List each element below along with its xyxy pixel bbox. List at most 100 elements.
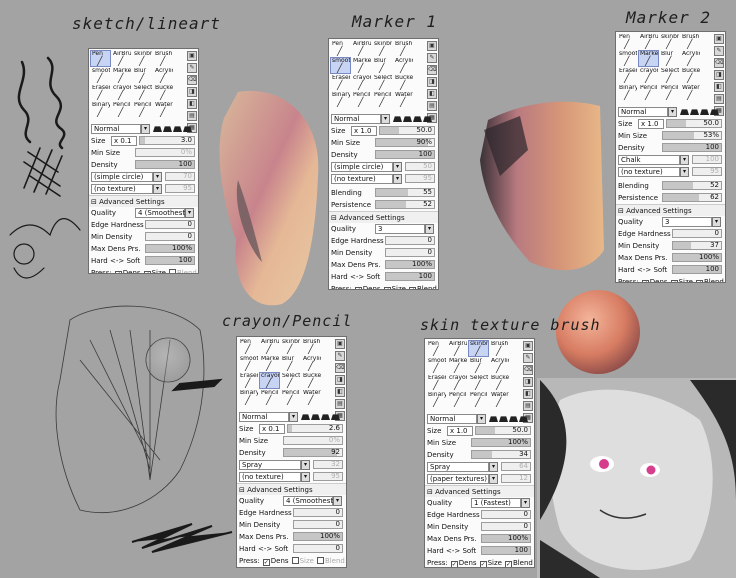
sidebar-button[interactable]: ✎ <box>335 351 345 361</box>
texture-select[interactable]: (paper textures) <box>427 474 489 484</box>
edge-hardness-slider[interactable]: 0 <box>385 236 435 245</box>
size-multiplier[interactable]: x 1.0 <box>351 126 377 136</box>
tool-pen[interactable]: Pen ╱ <box>426 340 447 357</box>
tool-skinbrush[interactable]: skinbrusl╱ <box>372 40 393 57</box>
checkbox-box[interactable] <box>168 269 176 273</box>
tool-pen[interactable]: Pen ╱ <box>238 338 259 355</box>
brush-shape-icon[interactable] <box>321 414 330 420</box>
shape-dropdown-arrow[interactable]: ▾ <box>489 462 498 472</box>
edge-hardness-slider[interactable]: 0 <box>481 510 531 519</box>
tool-binary[interactable]: Binary ╱ <box>426 391 447 408</box>
brush-shape-select[interactable]: (simple circle) <box>91 172 153 182</box>
blend-mode-select[interactable]: Normal <box>331 114 381 124</box>
hard-soft-slider[interactable]: 100 <box>672 265 722 274</box>
tool-airbrush[interactable]: AirBrush╱ <box>351 40 372 57</box>
quality-dropdown-arrow[interactable]: ▾ <box>712 217 721 227</box>
min-density-slider[interactable]: 0 <box>293 520 343 529</box>
sidebar-button[interactable]: ▤ <box>427 101 437 111</box>
brush-shape-icon[interactable] <box>153 126 162 132</box>
tool-bucket[interactable]: Bucket ╱ <box>680 67 701 84</box>
sidebar-button[interactable]: ◧ <box>187 99 197 109</box>
brush-shape-icon[interactable] <box>173 126 182 132</box>
density-slider[interactable]: 34 <box>471 450 531 459</box>
advanced-settings-header[interactable]: ⊟ Advanced Settings <box>89 195 198 207</box>
min-size-slider[interactable]: 90% <box>375 138 435 147</box>
tool-crayon[interactable]: crayonu╱ <box>638 67 659 84</box>
mode-dropdown-arrow[interactable]: ▾ <box>668 107 677 117</box>
min-density-slider[interactable]: 0 <box>385 248 435 257</box>
sidebar-button[interactable]: ▤ <box>335 399 345 409</box>
brush-shape-icon[interactable] <box>311 414 320 420</box>
texture-slider[interactable]: 95 <box>692 167 722 176</box>
min-size-slider[interactable]: 0% <box>135 148 195 157</box>
quality-dropdown-arrow[interactable]: ▾ <box>185 208 194 218</box>
tool-select[interactable]: Select ╱ <box>132 84 153 101</box>
texture-dropdown-arrow[interactable]: ▾ <box>489 474 498 484</box>
brush-shape-icon[interactable] <box>403 116 412 122</box>
sidebar-button[interactable]: ⌫ <box>427 65 437 75</box>
texture-slider[interactable]: 12 <box>501 474 531 483</box>
press-size-checkbox[interactable]: ✓Size <box>479 559 502 567</box>
mode-dropdown-arrow[interactable]: ▾ <box>141 124 150 134</box>
size-slider[interactable]: 2.6 <box>287 424 343 433</box>
min-density-slider[interactable]: 37 <box>672 241 722 250</box>
sidebar-button[interactable]: ✎ <box>714 46 724 56</box>
quality-select[interactable]: 4 (Smoothest) <box>135 208 188 218</box>
checkbox-box[interactable]: ✓ <box>114 271 122 273</box>
brush-shape-icon[interactable] <box>163 126 172 132</box>
brush-shape-select[interactable]: (simple circle) <box>331 162 393 172</box>
tool-pen[interactable]: Pen ╱ <box>617 33 638 50</box>
persistence-slider[interactable]: 52 <box>375 200 435 209</box>
max-dens-prs-slider[interactable]: 100% <box>145 244 195 253</box>
advanced-settings-header[interactable]: ⊟ Advanced Settings <box>237 483 346 495</box>
tool-pencil[interactable]: Pencil ╱ <box>659 84 680 101</box>
tool-water[interactable]: Water ╱ <box>680 84 701 101</box>
sidebar-button[interactable]: ⌫ <box>187 75 197 85</box>
tool-smooth[interactable]: smooth r╱ <box>330 57 351 74</box>
advanced-settings-header[interactable]: ⊟ Advanced Settings <box>425 485 534 497</box>
press-density-checkbox[interactable]: ✓Dens <box>114 269 141 273</box>
texture-select[interactable]: (no texture) <box>618 167 680 177</box>
sidebar-button[interactable]: ◧ <box>427 89 437 99</box>
advanced-settings-header[interactable]: ⊟ Advanced Settings <box>616 204 725 216</box>
sidebar-button[interactable]: ▣ <box>714 34 724 44</box>
quality-dropdown-arrow[interactable]: ▾ <box>333 496 342 506</box>
tool-marker[interactable]: Marker ╱ <box>111 67 132 84</box>
brush-shape-icon[interactable] <box>680 109 689 115</box>
press-blend-checkbox[interactable]: ✓Blend <box>504 559 533 567</box>
size-slider[interactable]: 3.0 <box>139 136 195 145</box>
brush-shape-icon[interactable] <box>301 414 310 420</box>
tool-pen[interactable]: Pen ╱ <box>90 50 111 67</box>
blend-mode-select[interactable]: Normal <box>618 107 668 117</box>
texture-dropdown-arrow[interactable]: ▾ <box>680 167 689 177</box>
checkbox-box[interactable]: ✓ <box>262 559 270 566</box>
tool-water[interactable]: Water ╱ <box>393 91 414 108</box>
tool-skinbrush[interactable]: skinbrusl╱ <box>280 338 301 355</box>
tool-water[interactable]: Water ╱ <box>301 389 322 406</box>
tool-eraser[interactable]: Eraser ╱ <box>90 84 111 101</box>
tool-brush[interactable]: Brush ╱ <box>489 340 510 357</box>
tool-airbrush[interactable]: AirBrush╱ <box>447 340 468 357</box>
texture-slider[interactable]: 95 <box>313 472 343 481</box>
brush-shape-icon[interactable] <box>700 109 709 115</box>
mode-dropdown-arrow[interactable]: ▾ <box>381 114 390 124</box>
tool-brush[interactable]: Brush ╱ <box>680 33 701 50</box>
checkbox-box[interactable]: ✓ <box>504 561 512 567</box>
max-dens-prs-slider[interactable]: 100% <box>481 534 531 543</box>
sidebar-button[interactable]: ▤ <box>187 111 197 121</box>
hard-soft-slider[interactable]: 100 <box>385 272 435 281</box>
tool-bucket[interactable]: Bucket ╱ <box>393 74 414 91</box>
blend-mode-select[interactable]: Normal <box>427 414 477 424</box>
shape-dropdown-arrow[interactable]: ▾ <box>680 155 689 165</box>
density-slider[interactable]: 100 <box>375 150 435 159</box>
tool-eraser[interactable]: Eraser ╱ <box>238 372 259 389</box>
checkbox-box[interactable]: ✓ <box>354 287 362 289</box>
sidebar-button[interactable]: ✎ <box>187 63 197 73</box>
texture-slider[interactable]: 95 <box>165 184 195 193</box>
tool-crayon[interactable]: crayonu╱ <box>259 372 280 389</box>
sidebar-button[interactable]: ◧ <box>335 387 345 397</box>
edge-hardness-slider[interactable]: 0 <box>293 508 343 517</box>
checkbox-box[interactable]: ✓ <box>695 280 703 282</box>
hard-soft-slider[interactable]: 100 <box>481 546 531 555</box>
quality-select[interactable]: 3 <box>662 217 712 227</box>
